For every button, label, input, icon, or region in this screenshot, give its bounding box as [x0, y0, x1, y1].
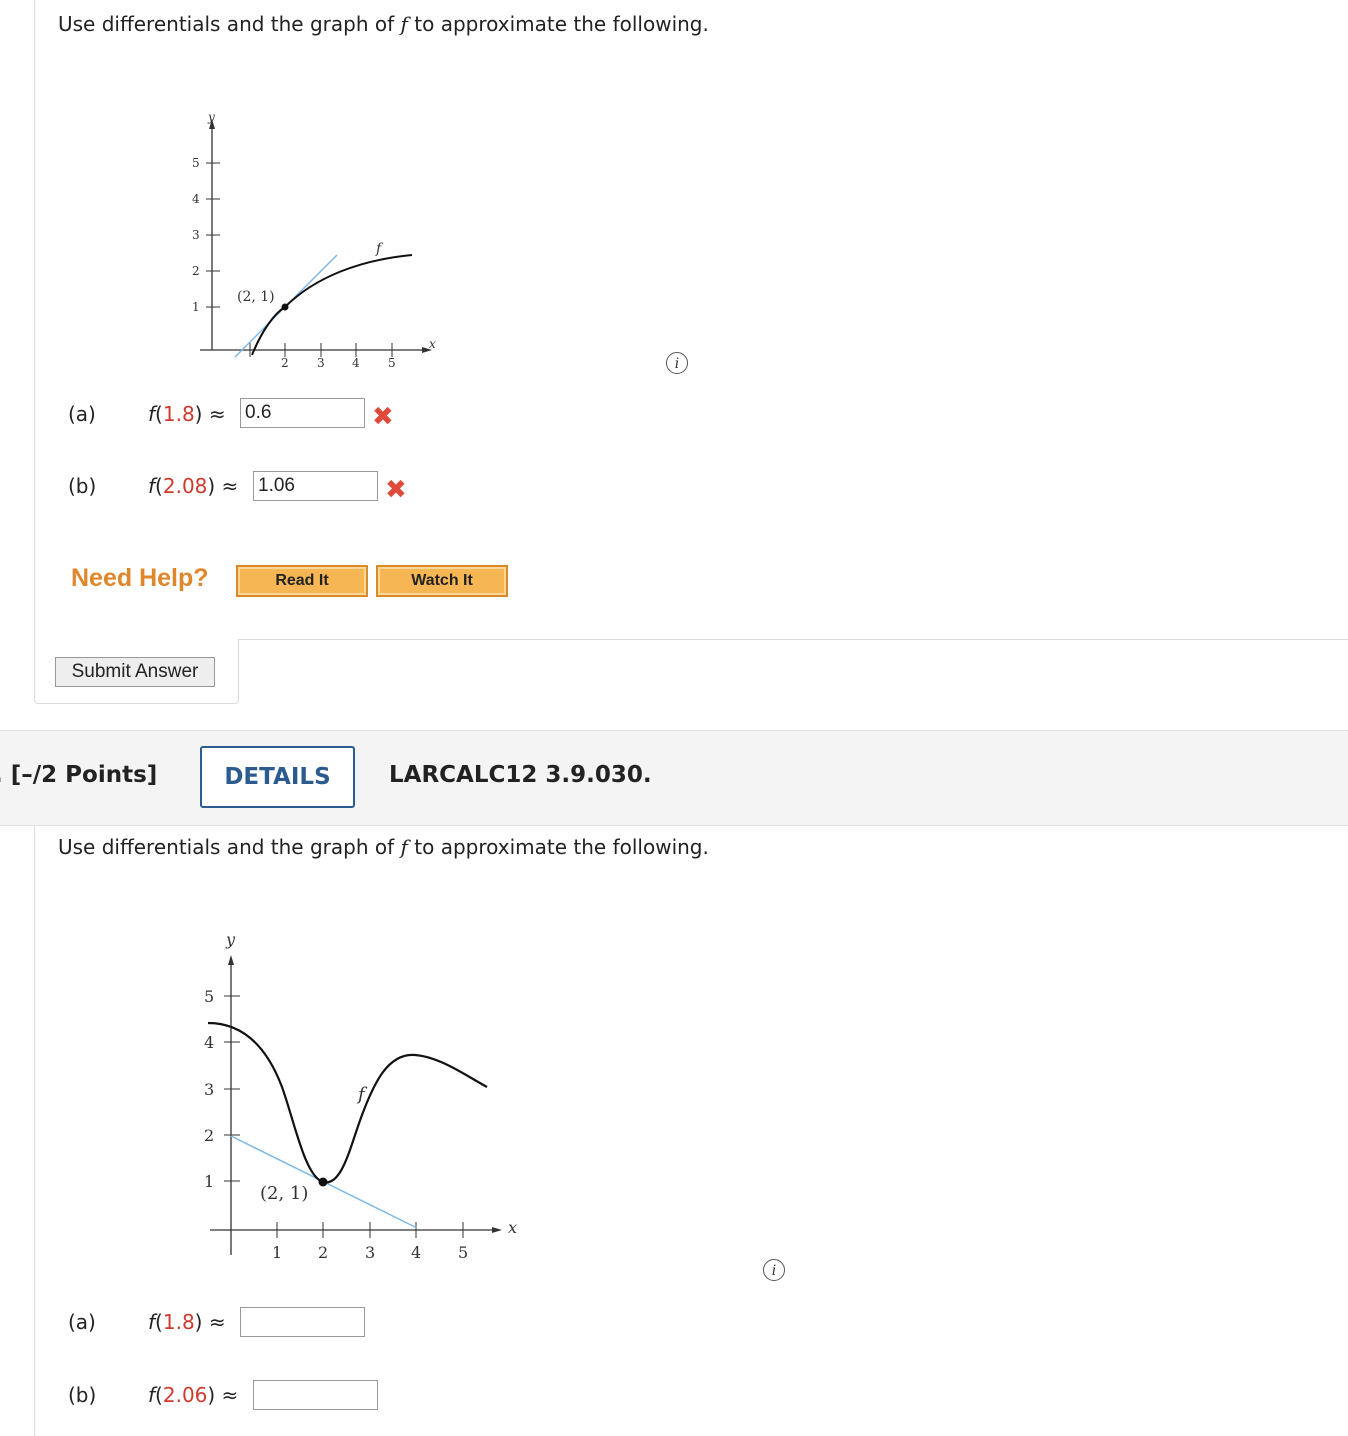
tangent-point [318, 1177, 328, 1187]
y-axis-label: y [207, 110, 215, 124]
part-b-expression: f(2.08) ≈ [148, 474, 239, 498]
part-label-b: (b) [68, 1383, 97, 1407]
part-label-a: (a) [68, 402, 96, 426]
y-tick-label: 2 [192, 264, 200, 278]
function-curve [251, 254, 413, 356]
x-tick-label: 4 [411, 1243, 421, 1262]
x-tick-label: 4 [352, 356, 360, 370]
function-graph: y x 5 4 3 2 1 2 3 4 5 (2, 1) f [192, 110, 436, 370]
part-label-b: (b) [68, 474, 97, 498]
question-card-2 [34, 825, 36, 1436]
details-button[interactable]: DETAILS [200, 746, 355, 808]
question-prompt: Use differentials and the graph of f to … [58, 835, 709, 859]
point-label: (2, 1) [237, 289, 275, 305]
y-tick-label: 5 [192, 156, 200, 170]
y-tick-label: 1 [192, 300, 200, 314]
x-axis-label: x [429, 337, 436, 351]
part-b-expression: f(2.06) ≈ [148, 1383, 239, 1407]
divider [238, 639, 1348, 640]
point-label: (2, 1) [260, 1183, 308, 1204]
incorrect-icon: ✖ [385, 475, 407, 505]
x-tick-label: 2 [318, 1243, 328, 1262]
question-card-1 [34, 0, 36, 700]
need-help-label: Need Help? [71, 564, 209, 592]
submit-answer-button[interactable]: Submit Answer [55, 657, 215, 687]
part-a-expression: f(1.8) ≈ [148, 402, 226, 426]
info-icon[interactable]: i [666, 352, 688, 374]
curve-label: f [375, 241, 384, 257]
y-tick-label: 5 [204, 987, 214, 1006]
read-it-button[interactable]: Read It [236, 565, 368, 597]
info-icon[interactable]: i [763, 1259, 785, 1281]
function-graph: y x 5 4 3 2 1 1 2 3 4 5 (2, 1) f [204, 930, 517, 1262]
answer-input-a[interactable] [240, 1307, 365, 1337]
function-curve [207, 1021, 488, 1184]
tangent-point [281, 303, 289, 311]
question-header: . [–/2 Points] DETAILS LARCALC12 3.9.030… [0, 730, 1348, 826]
y-tick-label: 4 [192, 192, 200, 206]
question-id: LARCALC12 3.9.030. [389, 762, 652, 788]
points-label: . [–/2 Points] [0, 762, 158, 788]
answer-input-b[interactable] [253, 1380, 378, 1410]
question-prompt: Use differentials and the graph of f to … [58, 12, 709, 36]
y-axis-label: y [225, 930, 236, 949]
y-tick-label: 1 [204, 1172, 214, 1191]
x-axis-label: x [508, 1218, 517, 1237]
answer-input-a[interactable]: 0.6 [240, 398, 365, 428]
x-tick-label: 5 [388, 356, 396, 370]
x-tick-label: 3 [365, 1243, 375, 1262]
part-label-a: (a) [68, 1310, 96, 1334]
x-tick-label: 2 [281, 356, 289, 370]
x-tick-label: 5 [458, 1243, 468, 1262]
y-tick-label: 3 [192, 228, 200, 242]
incorrect-icon: ✖ [372, 402, 394, 432]
x-tick-label: 1 [272, 1243, 282, 1262]
watch-it-button[interactable]: Watch It [376, 565, 508, 597]
answer-input-b[interactable]: 1.06 [253, 471, 378, 501]
part-a-expression: f(1.8) ≈ [148, 1310, 226, 1334]
y-tick-label: 3 [204, 1080, 214, 1099]
y-tick-label: 4 [204, 1033, 214, 1052]
x-tick-label: 3 [317, 356, 325, 370]
y-tick-label: 2 [204, 1126, 214, 1145]
